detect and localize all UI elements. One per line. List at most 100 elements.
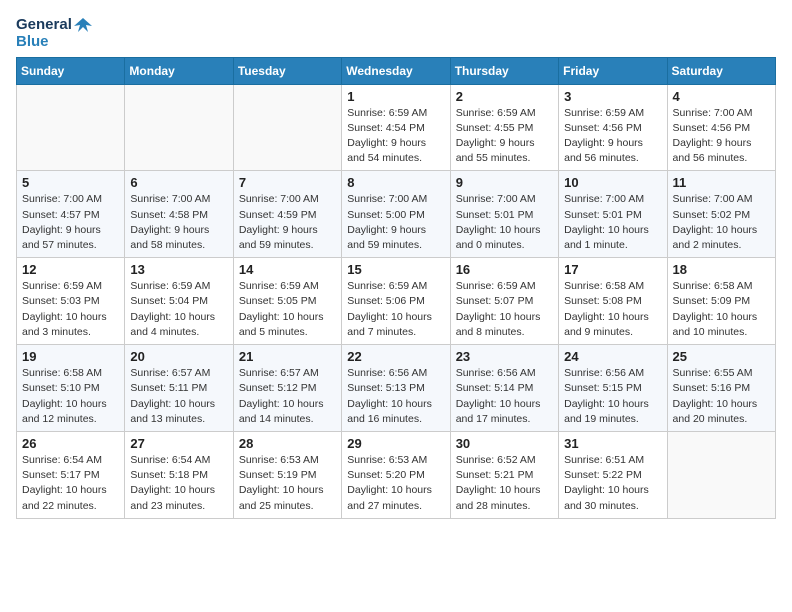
day-info: Sunrise: 7:00 AM Sunset: 5:01 PM Dayligh…	[564, 192, 661, 253]
day-cell-17: 17 Sunrise: 6:58 AM Sunset: 5:08 PM Dayli…	[559, 258, 667, 345]
weekday-header-sunday: Sunday	[17, 57, 125, 84]
day-info: Sunrise: 6:58 AM Sunset: 5:08 PM Dayligh…	[564, 279, 661, 340]
day-cell-29: 29 Sunrise: 6:53 AM Sunset: 5:20 PM Dayli…	[342, 432, 450, 519]
day-info: Sunrise: 7:00 AM Sunset: 4:58 PM Dayligh…	[130, 192, 227, 253]
day-number: 24	[564, 349, 661, 364]
day-info: Sunrise: 6:59 AM Sunset: 5:06 PM Dayligh…	[347, 279, 444, 340]
day-cell-5: 5Sunrise: 7:00 AM Sunset: 4:57 PM Daylig…	[17, 171, 125, 258]
day-number: 5	[22, 175, 119, 190]
day-number: 30	[456, 436, 553, 451]
day-number: 11	[673, 175, 770, 190]
day-cell-4: 4Sunrise: 7:00 AM Sunset: 4:56 PM Daylig…	[667, 84, 775, 171]
weekday-header-monday: Monday	[125, 57, 233, 84]
day-number: 18	[673, 262, 770, 277]
day-number: 9	[456, 175, 553, 190]
day-cell-7: 7 Sunrise: 7:00 AM Sunset: 4:59 PM Daylig…	[233, 171, 341, 258]
day-info: Sunrise: 6:55 AM Sunset: 5:16 PM Dayligh…	[673, 366, 770, 427]
day-number: 7	[239, 175, 336, 190]
day-cell-8: 8 Sunrise: 7:00 AM Sunset: 5:00 PM Daylig…	[342, 171, 450, 258]
day-cell-13: 13 Sunrise: 6:59 AM Sunset: 5:04 PM Dayli…	[125, 258, 233, 345]
day-cell-19: 19 Sunrise: 6:58 AM Sunset: 5:10 PM Dayli…	[17, 345, 125, 432]
day-number: 19	[22, 349, 119, 364]
day-cell-23: 23Sunrise: 6:56 AM Sunset: 5:14 PM Dayli…	[450, 345, 558, 432]
day-info: Sunrise: 6:59 AM Sunset: 4:54 PM Dayligh…	[347, 106, 444, 167]
day-cell-1: 1 Sunrise: 6:59 AM Sunset: 4:54 PM Daylig…	[342, 84, 450, 171]
day-info: Sunrise: 6:59 AM Sunset: 4:56 PM Dayligh…	[564, 106, 661, 167]
day-info: Sunrise: 6:53 AM Sunset: 5:20 PM Dayligh…	[347, 453, 444, 514]
page-header: General Blue	[16, 16, 776, 51]
week-row-2: 5Sunrise: 7:00 AM Sunset: 4:57 PM Daylig…	[17, 171, 776, 258]
day-info: Sunrise: 7:00 AM Sunset: 5:01 PM Dayligh…	[456, 192, 553, 253]
day-info: Sunrise: 6:58 AM Sunset: 5:10 PM Dayligh…	[22, 366, 119, 427]
day-number: 2	[456, 89, 553, 104]
day-number: 12	[22, 262, 119, 277]
day-number: 3	[564, 89, 661, 104]
day-cell-25: 25 Sunrise: 6:55 AM Sunset: 5:16 PM Dayli…	[667, 345, 775, 432]
empty-cell	[125, 84, 233, 171]
day-number: 6	[130, 175, 227, 190]
day-info: Sunrise: 6:57 AM Sunset: 5:12 PM Dayligh…	[239, 366, 336, 427]
day-info: Sunrise: 6:54 AM Sunset: 5:17 PM Dayligh…	[22, 453, 119, 514]
day-info: Sunrise: 6:59 AM Sunset: 5:05 PM Dayligh…	[239, 279, 336, 340]
day-cell-10: 10 Sunrise: 7:00 AM Sunset: 5:01 PM Dayli…	[559, 171, 667, 258]
day-info: Sunrise: 6:56 AM Sunset: 5:13 PM Dayligh…	[347, 366, 444, 427]
day-cell-24: 24Sunrise: 6:56 AM Sunset: 5:15 PM Dayli…	[559, 345, 667, 432]
day-number: 8	[347, 175, 444, 190]
empty-cell	[17, 84, 125, 171]
day-info: Sunrise: 6:51 AM Sunset: 5:22 PM Dayligh…	[564, 453, 661, 514]
week-row-4: 19 Sunrise: 6:58 AM Sunset: 5:10 PM Dayli…	[17, 345, 776, 432]
day-number: 10	[564, 175, 661, 190]
day-cell-31: 31 Sunrise: 6:51 AM Sunset: 5:22 PM Dayli…	[559, 432, 667, 519]
day-cell-11: 11Sunrise: 7:00 AM Sunset: 5:02 PM Dayli…	[667, 171, 775, 258]
day-number: 20	[130, 349, 227, 364]
day-info: Sunrise: 7:00 AM Sunset: 5:00 PM Dayligh…	[347, 192, 444, 253]
day-cell-9: 9 Sunrise: 7:00 AM Sunset: 5:01 PM Daylig…	[450, 171, 558, 258]
day-number: 17	[564, 262, 661, 277]
day-cell-20: 20 Sunrise: 6:57 AM Sunset: 5:11 PM Dayli…	[125, 345, 233, 432]
calendar-table: SundayMondayTuesdayWednesdayThursdayFrid…	[16, 57, 776, 519]
logo-text-block: General Blue	[16, 16, 92, 51]
day-number: 4	[673, 89, 770, 104]
day-cell-28: 28 Sunrise: 6:53 AM Sunset: 5:19 PM Dayli…	[233, 432, 341, 519]
logo-blue: Blue	[16, 34, 49, 51]
empty-cell	[667, 432, 775, 519]
day-number: 13	[130, 262, 227, 277]
week-row-3: 12 Sunrise: 6:59 AM Sunset: 5:03 PM Dayli…	[17, 258, 776, 345]
day-cell-6: 6 Sunrise: 7:00 AM Sunset: 4:58 PM Daylig…	[125, 171, 233, 258]
logo: General Blue	[16, 16, 92, 51]
day-number: 22	[347, 349, 444, 364]
day-cell-3: 3 Sunrise: 6:59 AM Sunset: 4:56 PM Daylig…	[559, 84, 667, 171]
day-number: 28	[239, 436, 336, 451]
day-info: Sunrise: 6:59 AM Sunset: 5:07 PM Dayligh…	[456, 279, 553, 340]
empty-cell	[233, 84, 341, 171]
day-cell-12: 12 Sunrise: 6:59 AM Sunset: 5:03 PM Dayli…	[17, 258, 125, 345]
day-number: 1	[347, 89, 444, 104]
day-info: Sunrise: 6:54 AM Sunset: 5:18 PM Dayligh…	[130, 453, 227, 514]
day-cell-30: 30Sunrise: 6:52 AM Sunset: 5:21 PM Dayli…	[450, 432, 558, 519]
day-number: 29	[347, 436, 444, 451]
day-info: Sunrise: 6:59 AM Sunset: 5:03 PM Dayligh…	[22, 279, 119, 340]
weekday-header-friday: Friday	[559, 57, 667, 84]
day-info: Sunrise: 6:59 AM Sunset: 5:04 PM Dayligh…	[130, 279, 227, 340]
day-number: 15	[347, 262, 444, 277]
day-info: Sunrise: 6:53 AM Sunset: 5:19 PM Dayligh…	[239, 453, 336, 514]
weekday-header-wednesday: Wednesday	[342, 57, 450, 84]
weekday-header-thursday: Thursday	[450, 57, 558, 84]
week-row-5: 26Sunrise: 6:54 AM Sunset: 5:17 PM Dayli…	[17, 432, 776, 519]
week-row-1: 1 Sunrise: 6:59 AM Sunset: 4:54 PM Daylig…	[17, 84, 776, 171]
day-info: Sunrise: 7:00 AM Sunset: 4:59 PM Dayligh…	[239, 192, 336, 253]
day-info: Sunrise: 6:59 AM Sunset: 4:55 PM Dayligh…	[456, 106, 553, 167]
day-number: 21	[239, 349, 336, 364]
day-cell-22: 22 Sunrise: 6:56 AM Sunset: 5:13 PM Dayli…	[342, 345, 450, 432]
weekday-header-tuesday: Tuesday	[233, 57, 341, 84]
day-info: Sunrise: 6:58 AM Sunset: 5:09 PM Dayligh…	[673, 279, 770, 340]
day-cell-18: 18 Sunrise: 6:58 AM Sunset: 5:09 PM Dayli…	[667, 258, 775, 345]
day-number: 25	[673, 349, 770, 364]
day-number: 14	[239, 262, 336, 277]
day-cell-26: 26Sunrise: 6:54 AM Sunset: 5:17 PM Dayli…	[17, 432, 125, 519]
day-info: Sunrise: 6:57 AM Sunset: 5:11 PM Dayligh…	[130, 366, 227, 427]
day-cell-2: 2 Sunrise: 6:59 AM Sunset: 4:55 PM Daylig…	[450, 84, 558, 171]
day-number: 31	[564, 436, 661, 451]
day-cell-15: 15 Sunrise: 6:59 AM Sunset: 5:06 PM Dayli…	[342, 258, 450, 345]
day-number: 27	[130, 436, 227, 451]
